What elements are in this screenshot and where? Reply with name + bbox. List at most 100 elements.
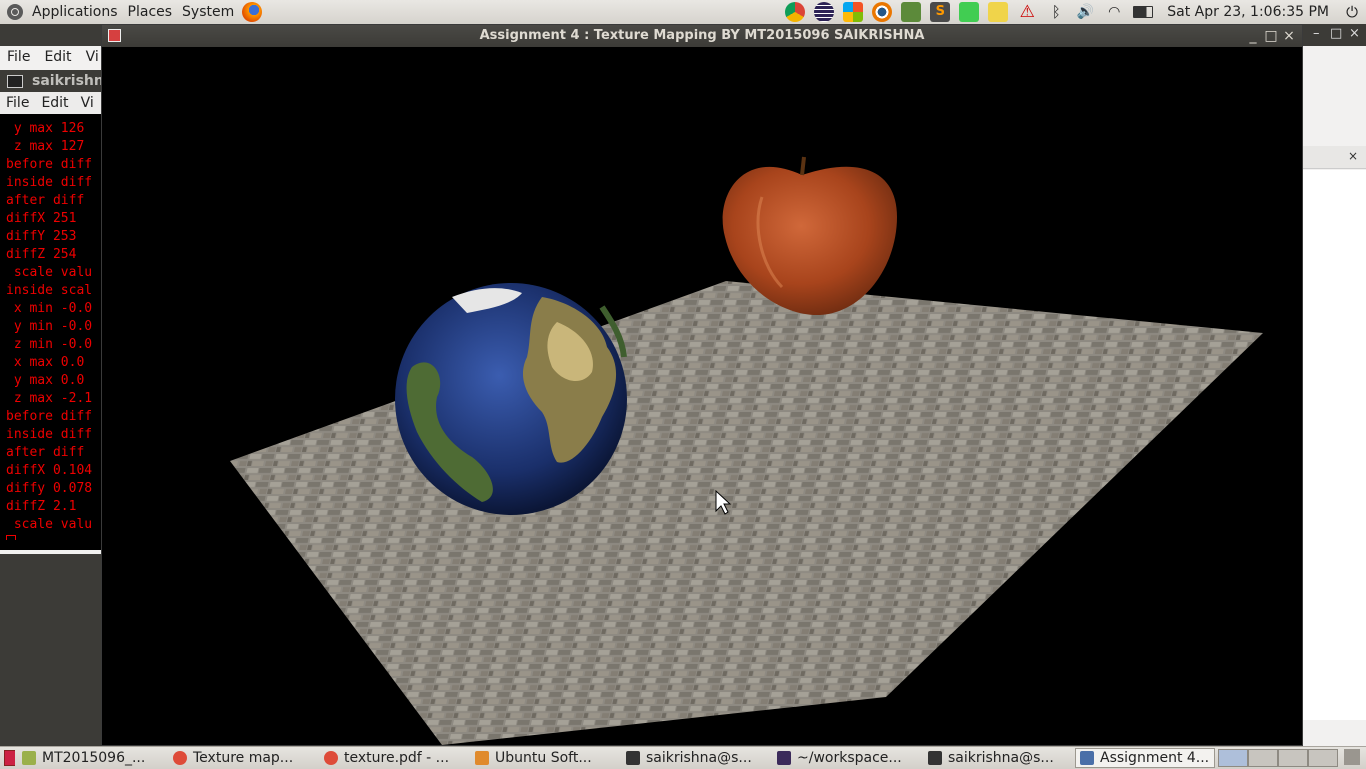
terminal-line: before diff [6,157,93,172]
terminal-line: after diff [6,445,85,460]
software-center-icon [475,751,489,765]
terminal-icon [928,751,942,765]
show-desktop-icon [4,750,15,766]
close-icon[interactable]: × [1349,26,1360,41]
eclipse-launcher-icon[interactable] [814,2,835,22]
terminal-line: diffX 251 [6,211,77,226]
workspace-3[interactable] [1278,749,1308,767]
sublime-launcher-icon[interactable]: S [930,2,951,22]
taskbar-item[interactable]: saikrishna@s... [924,748,1072,768]
terminal-line: inside diff [6,175,93,190]
scene-svg [230,156,1263,745]
background-window-titlebar[interactable]: – □ × [1303,24,1366,46]
taskbar-item[interactable]: Ubuntu Soft... [471,748,619,768]
terminal-line: y min -0.0 [6,319,93,334]
taskbar-item[interactable]: Assignment 4... [1075,748,1215,768]
main-window-title: Assignment 4 : Texture Mapping BY MT2015… [479,28,925,43]
workspace-2[interactable] [1248,749,1278,767]
eclipse-icon [777,751,791,765]
terminal-output[interactable]: y max 126 z max 127 before diff inside dif… [0,114,102,540]
edit-menu[interactable]: Edit [37,49,78,65]
workspace-4[interactable] [1308,749,1338,767]
terminal-line: y max 0.0 [6,373,85,388]
bluetooth-icon[interactable]: ᛒ [1046,2,1066,22]
terminal-line: after diff [6,193,85,208]
ubuntu-logo-icon[interactable] [7,4,23,20]
taskbar-item[interactable]: saikrishna@s... [622,748,770,768]
minimize-button[interactable]: _ [1244,25,1262,47]
power-icon[interactable]: ⏻ [1342,2,1362,22]
terminal-file-menu[interactable]: File [0,95,35,111]
terminal-line: y max 126 [6,121,85,136]
applications-menu[interactable]: Applications [27,0,123,24]
terminal-view-menu[interactable]: Vi [75,95,100,111]
clock[interactable]: Sat Apr 23, 1:06:35 PM [1167,4,1329,20]
terminal-line: z max -2.1 [6,391,93,406]
tab-close-icon[interactable]: × [1348,149,1358,163]
show-desktop-button[interactable] [0,748,15,768]
blender-launcher-icon[interactable] [872,2,893,22]
chrome-icon [173,751,187,765]
taskbar-item[interactable]: Texture map... [169,748,317,768]
system-menu[interactable]: System [177,0,239,24]
wifi-icon[interactable]: ◠ [1104,2,1124,22]
taskbar-item-label: MT2015096_... [42,750,146,766]
terminal-edit-menu[interactable]: Edit [35,95,74,111]
notes-icon[interactable] [988,2,1009,22]
top-panel: Applications Places System S ⚠ ᛒ 🔊 ◠ Sat… [0,0,1366,25]
textured-earth-sphere [395,283,627,515]
chrome-launcher-icon[interactable] [785,2,806,22]
terminal-line: scale valu [6,517,93,532]
bottom-taskbar: MT2015096_... Texture map... texture.pdf -… [0,746,1366,769]
terminal-menubar: File Edit Vi [0,92,102,114]
taskbar-item[interactable]: MT2015096_... [18,748,166,768]
taskbar-item-label: saikrishna@s... [948,750,1054,766]
terminal-line: x min -0.0 [6,301,93,316]
terminal-title[interactable]: saikrishna [0,70,113,92]
terminal-line: before diff [6,409,93,424]
task-list: MT2015096_... Texture map... texture.pdf -… [18,748,1218,768]
terminal-line: inside diff [6,427,93,442]
battery-icon[interactable] [1133,6,1154,18]
opengl-canvas[interactable] [102,47,1302,745]
taskbar-item[interactable]: texture.pdf - ... [320,748,468,768]
taskbar-item-label: saikrishna@s... [646,750,752,766]
folder-icon [22,751,36,765]
textured-floor-plane [230,281,1263,745]
taskbar-item-label: texture.pdf - ... [344,750,450,766]
terminal-line: diffy 0.078 [6,481,93,496]
trash-icon[interactable] [1344,749,1360,765]
qt-launcher-icon[interactable] [959,2,980,22]
terminal-line: z max 127 [6,139,85,154]
volume-icon[interactable]: 🔊 [1075,2,1095,22]
chrome-icon [324,751,338,765]
terminal-window: saikrishna File Edit Vi y max 126 z max … [0,70,113,550]
file-manager-titlebar[interactable] [0,24,110,46]
background-content [1303,170,1366,720]
places-menu[interactable]: Places [123,0,178,24]
warning-icon[interactable]: ⚠ [1017,2,1037,22]
terminal-line: inside scal [6,283,93,298]
terminal-line: diffX 0.104 [6,463,93,478]
maximize-icon[interactable]: □ [1330,26,1342,41]
workspace-1[interactable] [1218,749,1248,767]
firefox-launcher-icon[interactable] [242,2,263,22]
ms-launcher-icon[interactable] [843,2,864,22]
main-window-titlebar[interactable]: Assignment 4 : Texture Mapping BY MT2015… [102,25,1302,47]
taskbar-item-label: ~/workspace... [797,750,902,766]
taskbar-item-label: Ubuntu Soft... [495,750,592,766]
background-tab-bar: × [1303,146,1366,169]
close-button[interactable]: × [1280,25,1298,47]
terminal-icon [626,751,640,765]
terminal-line: scale valu [6,265,93,280]
maximize-button[interactable]: □ [1262,25,1280,47]
workspace-switcher[interactable] [1218,749,1338,767]
window-menu-icon[interactable] [108,29,121,42]
terminal-line: z min -0.0 [6,337,93,352]
terminal-line: x max 0.0 [6,355,85,370]
home-folder-icon[interactable] [901,2,922,22]
minimize-icon[interactable]: – [1313,26,1320,41]
file-menu[interactable]: File [0,49,37,65]
taskbar-item[interactable]: ~/workspace... [773,748,921,768]
terminal-cursor [6,535,16,540]
